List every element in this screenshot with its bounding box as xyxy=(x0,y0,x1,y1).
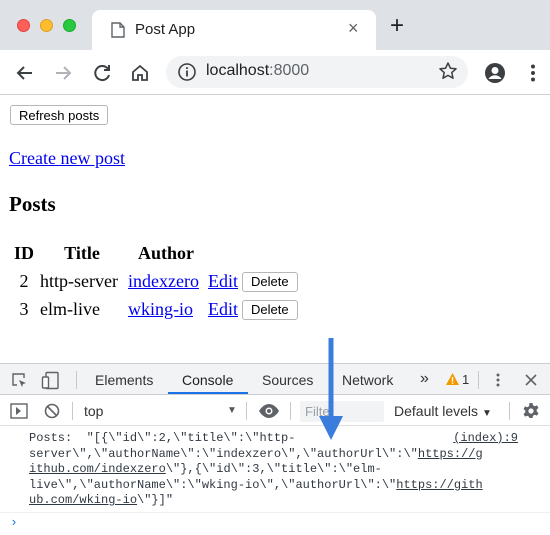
gear-icon[interactable] xyxy=(522,402,540,420)
device-toolbar-icon[interactable] xyxy=(41,371,60,390)
devtools-panel: Elements Console Sources Network » 1 top… xyxy=(0,363,550,535)
new-tab-button[interactable]: + xyxy=(390,14,404,38)
tab-network[interactable]: Network xyxy=(342,372,393,388)
menu-icon[interactable] xyxy=(522,62,544,84)
table-row: 2 http-server indexzero Edit Delete xyxy=(11,268,299,294)
author-link[interactable]: wking-io xyxy=(128,299,193,319)
close-tab-icon[interactable]: × xyxy=(348,18,359,38)
edit-link[interactable]: Edit xyxy=(208,271,238,291)
console-prompt-icon[interactable]: › xyxy=(10,515,18,530)
tab-elements[interactable]: Elements xyxy=(95,372,153,388)
devtools-menu-icon[interactable] xyxy=(490,372,506,388)
divider xyxy=(509,402,510,420)
table-row: 3 elm-live wking-io Edit Delete xyxy=(11,296,299,322)
inspect-element-icon[interactable] xyxy=(11,372,28,389)
url-link[interactable]: ithub.com/indexzero xyxy=(29,462,166,476)
delete-button[interactable]: Delete xyxy=(242,299,298,320)
create-new-post-link[interactable]: Create new post xyxy=(9,148,125,169)
warning-count[interactable]: 1 xyxy=(462,372,469,387)
reload-icon[interactable] xyxy=(91,62,113,84)
divider xyxy=(246,402,247,420)
profile-icon[interactable] xyxy=(484,62,506,84)
minimize-window-button[interactable] xyxy=(40,19,53,32)
column-header-id: ID xyxy=(13,242,34,263)
divider xyxy=(72,402,73,420)
log-levels-label: Default levels xyxy=(394,403,479,419)
post-title: http-server xyxy=(40,270,118,291)
column-header-delete xyxy=(241,240,299,266)
url-port: :8000 xyxy=(269,62,310,79)
active-tab-indicator xyxy=(168,392,248,394)
url-text: localhost:8000 xyxy=(206,62,309,80)
close-devtools-icon[interactable] xyxy=(524,373,538,387)
column-header-title: Title xyxy=(64,242,100,263)
author-link[interactable]: indexzero xyxy=(128,271,199,291)
url-link[interactable]: ub.com/wking-io xyxy=(29,493,137,507)
post-id: 3 xyxy=(19,298,29,319)
column-header-author: Author xyxy=(137,242,194,263)
post-title: elm-live xyxy=(40,298,100,319)
source-link[interactable]: (index):9 xyxy=(449,431,518,445)
url-link[interactable]: https://gith xyxy=(396,478,482,492)
tab-title: Post App xyxy=(135,21,196,38)
arrow-down-icon xyxy=(319,338,343,440)
column-header-edit xyxy=(207,240,239,266)
post-id: 2 xyxy=(19,270,29,291)
tab-strip: Post App × + xyxy=(0,0,550,50)
more-tabs-button[interactable]: » xyxy=(420,370,429,388)
sidebar-toggle-icon[interactable] xyxy=(10,403,28,419)
maximize-window-button[interactable] xyxy=(63,19,76,32)
context-selector[interactable]: top xyxy=(84,403,103,419)
url-link[interactable]: https://g xyxy=(418,447,483,461)
tab-console[interactable]: Console xyxy=(182,372,233,388)
chevron-down-icon: ▼ xyxy=(481,408,492,419)
browser-tab[interactable]: Post App × xyxy=(92,10,376,50)
devtools-tab-bar: Elements Console Sources Network » 1 xyxy=(0,364,550,395)
edit-link[interactable]: Edit xyxy=(208,299,238,319)
back-icon[interactable] xyxy=(14,62,36,84)
posts-table: ID Title Author 2 http-server indexzero … xyxy=(9,238,301,324)
console-toolbar: top ▼ Filter Default levels ▼ xyxy=(0,396,550,426)
browser-toolbar: localhost:8000 xyxy=(0,50,550,95)
page-icon xyxy=(111,22,125,38)
address-bar[interactable]: localhost:8000 xyxy=(166,56,468,88)
delete-button[interactable]: Delete xyxy=(242,271,298,292)
forward-icon[interactable] xyxy=(52,62,74,84)
page-title: Posts xyxy=(9,192,56,216)
info-icon[interactable] xyxy=(177,62,197,82)
clear-console-icon[interactable] xyxy=(43,402,61,420)
home-icon[interactable] xyxy=(129,62,151,84)
close-window-button[interactable] xyxy=(17,19,30,32)
eye-icon[interactable] xyxy=(258,403,280,419)
refresh-posts-button[interactable]: Refresh posts xyxy=(10,105,109,125)
url-host: localhost xyxy=(206,62,270,79)
tab-sources[interactable]: Sources xyxy=(262,372,313,388)
warning-icon[interactable] xyxy=(445,372,460,386)
page-content: Refresh posts Create new post Posts ID T… xyxy=(0,96,550,362)
chevron-down-icon[interactable]: ▼ xyxy=(227,405,237,416)
console-log-entry: Posts: "[{\"id\":2,\"title\":\"http- ser… xyxy=(0,427,550,513)
table-header-row: ID Title Author xyxy=(11,240,299,266)
star-icon[interactable] xyxy=(438,61,458,81)
divider xyxy=(76,371,77,389)
divider xyxy=(290,402,291,420)
divider xyxy=(478,371,479,389)
log-levels-dropdown[interactable]: Default levels ▼ xyxy=(394,403,492,419)
